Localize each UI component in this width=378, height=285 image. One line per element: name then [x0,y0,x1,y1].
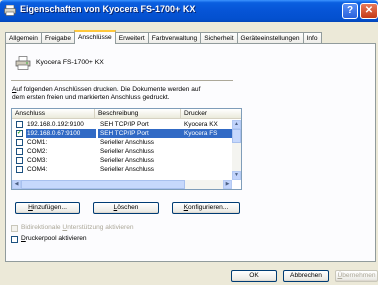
port-description: Serieller Anschluss [100,166,154,173]
delete-port-button[interactable]: Löschen [93,202,159,214]
port-name: COM2: [27,148,48,155]
port-rows: 192.168.0.192:9100 SEH TCP/IP Port Kyoce… [12,120,232,174]
desc-line1: uf folgenden Anschlüssen drucken. Die Do… [16,86,201,93]
horizontal-scroll-thumb[interactable] [21,180,185,189]
desc-line2: dem ersten freien und markierten Anschlu… [12,94,170,101]
port-description: SEH TCP/IP Port [100,121,149,128]
ports-description: Auf folgenden Anschlüssen drucken. Die D… [12,86,240,102]
printer-name: Kyocera FS-1700+ KX [36,59,104,66]
port-row[interactable]: COM2: Serieller Anschluss [12,147,232,156]
separator [11,80,233,81]
add-port-button[interactable]: Hinzufügen... [15,202,80,214]
port-row[interactable]: COM4: Serieller Anschluss [12,165,232,174]
ok-button[interactable]: OK [231,270,277,282]
port-printer [184,147,232,156]
port-printer: Kyocera FS [184,129,232,138]
scroll-right-icon[interactable]: ▶ [223,180,232,189]
port-description: Serieller Anschluss [100,157,154,164]
port-checkbox[interactable] [16,139,23,146]
port-checkbox[interactable] [16,148,23,155]
tab-anschluesse[interactable]: Anschlüsse [74,30,116,44]
scroll-up-icon[interactable]: ▲ [232,120,241,129]
port-printer [184,165,232,174]
port-list-header: Anschluss Beschreibung Drucker [12,109,241,119]
port-printer [184,156,232,165]
scroll-left-icon[interactable]: ◀ [12,180,21,189]
column-header-drucker[interactable]: Drucker [181,109,227,118]
port-name: COM4: [27,166,48,173]
bidi-support-checkbox[interactable] [11,225,18,232]
window-title: Eigenschaften von Kyocera FS-1700+ KX [20,4,196,14]
help-button[interactable]: ? [342,3,358,19]
port-row[interactable]: 192.168.0.192:9100 SEH TCP/IP Port Kyoce… [12,120,232,129]
vertical-scrollbar[interactable]: ▲ ▼ [232,120,241,180]
bidi-support-label: Bidirektionale Unterstützung aktivieren [21,224,134,231]
port-printer: Kyocera KX [184,121,218,128]
printer-pool-label: Druckerpool aktivieren [21,235,87,242]
port-name: COM1: [27,139,48,146]
port-name: 192.168.0.67:9100 [26,129,96,138]
port-row[interactable]: ✓ 192.168.0.67:9100 SEH TCP/IP Port Kyoc… [12,129,232,138]
configure-port-button[interactable]: Konfigurieren... [172,202,240,214]
column-header-anschluss[interactable]: Anschluss [12,109,95,118]
port-row[interactable]: COM3: Serieller Anschluss [12,156,232,165]
printer-icon [15,56,31,70]
cancel-button[interactable]: Abbrechen [283,270,329,282]
printer-title-icon [4,5,16,16]
port-checkbox[interactable] [16,166,23,173]
printer-pool-checkbox[interactable] [11,236,18,243]
close-button[interactable]: ✕ [360,3,378,19]
port-description: Serieller Anschluss [100,139,154,146]
port-checkbox[interactable] [16,121,23,128]
column-header-beschreibung[interactable]: Beschreibung [95,109,181,118]
scroll-down-icon[interactable]: ▼ [232,171,241,180]
printer-properties-dialog: Eigenschaften von Kyocera FS-1700+ KX ? … [0,0,378,285]
title-bar[interactable]: Eigenschaften von Kyocera FS-1700+ KX ? … [0,0,378,22]
port-list[interactable]: Anschluss Beschreibung Drucker 192.168.0… [11,108,242,190]
port-description: Serieller Anschluss [100,148,154,155]
port-description: SEH TCP/IP Port [98,129,184,138]
horizontal-scrollbar[interactable]: ◀ ▶ [12,180,232,189]
port-checkbox[interactable] [16,157,23,164]
port-row[interactable]: COM1: Serieller Anschluss [12,138,232,147]
apply-button[interactable]: Übernehmen [335,270,378,282]
port-printer [184,138,232,147]
port-name: COM3: [27,157,48,164]
port-checkbox[interactable]: ✓ [16,130,23,137]
port-name: 192.168.0.192:9100 [27,121,84,128]
vertical-scroll-thumb[interactable] [232,129,241,143]
